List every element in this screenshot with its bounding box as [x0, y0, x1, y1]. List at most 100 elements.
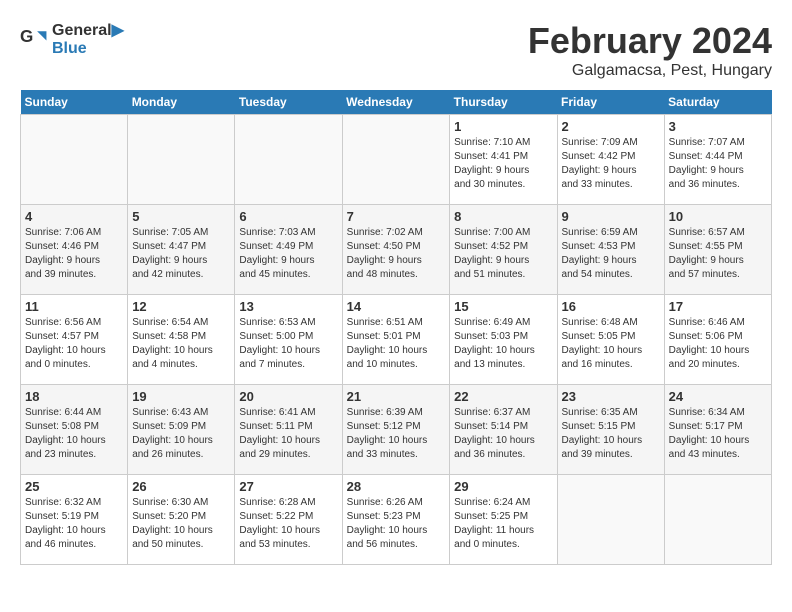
- calendar-cell: 16 Sunrise: 6:48 AMSunset: 5:05 PMDayligh…: [557, 295, 664, 385]
- day-info: Sunrise: 7:07 AMSunset: 4:44 PMDaylight:…: [669, 136, 767, 192]
- day-info: Sunrise: 6:48 AMSunset: 5:05 PMDaylight:…: [562, 316, 660, 372]
- calendar-cell: 13 Sunrise: 6:53 AMSunset: 5:00 PMDayligh…: [235, 295, 342, 385]
- day-info: Sunrise: 6:35 AMSunset: 5:15 PMDaylight:…: [562, 406, 660, 462]
- day-number: 14: [347, 299, 446, 314]
- calendar-cell: 6 Sunrise: 7:03 AMSunset: 4:49 PMDaylight…: [235, 205, 342, 295]
- day-number: 10: [669, 209, 767, 224]
- day-number: 28: [347, 479, 446, 494]
- day-number: 23: [562, 389, 660, 404]
- day-number: 17: [669, 299, 767, 314]
- calendar-cell: 24 Sunrise: 6:34 AMSunset: 5:17 PMDayligh…: [664, 385, 771, 475]
- day-info: Sunrise: 6:30 AMSunset: 5:20 PMDaylight:…: [132, 496, 230, 552]
- day-number: 25: [25, 479, 123, 494]
- day-info: Sunrise: 6:28 AMSunset: 5:22 PMDaylight:…: [239, 496, 337, 552]
- day-number: 1: [454, 119, 552, 134]
- calendar-week-2: 4 Sunrise: 7:06 AMSunset: 4:46 PMDaylight…: [21, 205, 772, 295]
- day-number: 6: [239, 209, 337, 224]
- day-number: 21: [347, 389, 446, 404]
- day-number: 2: [562, 119, 660, 134]
- day-info: Sunrise: 6:44 AMSunset: 5:08 PMDaylight:…: [25, 406, 123, 462]
- logo: G General▶ Blue: [20, 20, 124, 58]
- day-number: 16: [562, 299, 660, 314]
- calendar-cell: 17Sunrise: 6:46 AMSunset: 5:06 PMDayligh…: [664, 295, 771, 385]
- logo-line1: General▶: [52, 20, 124, 40]
- day-info: Sunrise: 7:06 AMSunset: 4:46 PMDaylight:…: [25, 226, 123, 282]
- day-info: Sunrise: 6:24 AMSunset: 5:25 PMDaylight:…: [454, 496, 552, 552]
- day-number: 9: [562, 209, 660, 224]
- calendar-cell: 1 Sunrise: 7:10 AMSunset: 4:41 PMDaylight…: [450, 115, 557, 205]
- day-number: 29: [454, 479, 552, 494]
- page-header: G General▶ Blue February 2024 Galgamacsa…: [20, 20, 772, 80]
- calendar-cell: [21, 115, 128, 205]
- calendar-cell: 29 Sunrise: 6:24 AMSunset: 5:25 PMDayligh…: [450, 475, 557, 565]
- header-monday: Monday: [128, 90, 235, 115]
- calendar-week-5: 25 Sunrise: 6:32 AMSunset: 5:19 PMDayligh…: [21, 475, 772, 565]
- day-info: Sunrise: 6:37 AMSunset: 5:14 PMDaylight:…: [454, 406, 552, 462]
- calendar-cell: 9 Sunrise: 6:59 AMSunset: 4:53 PMDaylight…: [557, 205, 664, 295]
- day-number: 4: [25, 209, 123, 224]
- calendar-cell: 5Sunrise: 7:05 AMSunset: 4:47 PMDaylight…: [128, 205, 235, 295]
- calendar-cell: [342, 115, 450, 205]
- header-sunday: Sunday: [21, 90, 128, 115]
- calendar-header-row: SundayMondayTuesdayWednesdayThursdayFrid…: [21, 90, 772, 115]
- calendar-cell: 26 Sunrise: 6:30 AMSunset: 5:20 PMDayligh…: [128, 475, 235, 565]
- calendar-cell: [557, 475, 664, 565]
- day-number: 15: [454, 299, 552, 314]
- day-info: Sunrise: 6:39 AMSunset: 5:12 PMDaylight:…: [347, 406, 446, 462]
- day-info: Sunrise: 6:34 AMSunset: 5:17 PMDaylight:…: [669, 406, 767, 462]
- day-info: Sunrise: 7:10 AMSunset: 4:41 PMDaylight:…: [454, 136, 552, 192]
- calendar-week-3: 11Sunrise: 6:56 AMSunset: 4:57 PMDayligh…: [21, 295, 772, 385]
- day-number: 26: [132, 479, 230, 494]
- day-number: 8: [454, 209, 552, 224]
- day-info: Sunrise: 7:03 AMSunset: 4:49 PMDaylight:…: [239, 226, 337, 282]
- day-info: Sunrise: 6:57 AMSunset: 4:55 PMDaylight:…: [669, 226, 767, 282]
- calendar-cell: [664, 475, 771, 565]
- calendar-week-4: 18 Sunrise: 6:44 AMSunset: 5:08 PMDayligh…: [21, 385, 772, 475]
- calendar-cell: 10 Sunrise: 6:57 AMSunset: 4:55 PMDayligh…: [664, 205, 771, 295]
- day-info: Sunrise: 6:54 AMSunset: 4:58 PMDaylight:…: [132, 316, 230, 372]
- day-number: 5: [132, 209, 230, 224]
- day-info: Sunrise: 6:53 AMSunset: 5:00 PMDaylight:…: [239, 316, 337, 372]
- day-info: Sunrise: 6:51 AMSunset: 5:01 PMDaylight:…: [347, 316, 446, 372]
- day-info: Sunrise: 6:32 AMSunset: 5:19 PMDaylight:…: [25, 496, 123, 552]
- calendar-cell: [235, 115, 342, 205]
- logo-line2: Blue: [52, 40, 124, 58]
- calendar-cell: 15 Sunrise: 6:49 AMSunset: 5:03 PMDayligh…: [450, 295, 557, 385]
- calendar-cell: 7Sunrise: 7:02 AMSunset: 4:50 PMDaylight…: [342, 205, 450, 295]
- calendar-cell: 20Sunrise: 6:41 AMSunset: 5:11 PMDayligh…: [235, 385, 342, 475]
- calendar-cell: 27Sunrise: 6:28 AMSunset: 5:22 PMDayligh…: [235, 475, 342, 565]
- day-info: Sunrise: 6:43 AMSunset: 5:09 PMDaylight:…: [132, 406, 230, 462]
- day-number: 20: [239, 389, 337, 404]
- location-subtitle: Galgamacsa, Pest, Hungary: [528, 62, 772, 80]
- header-friday: Friday: [557, 90, 664, 115]
- day-info: Sunrise: 7:02 AMSunset: 4:50 PMDaylight:…: [347, 226, 446, 282]
- calendar-cell: 12 Sunrise: 6:54 AMSunset: 4:58 PMDayligh…: [128, 295, 235, 385]
- calendar-cell: 3Sunrise: 7:07 AMSunset: 4:44 PMDaylight…: [664, 115, 771, 205]
- calendar-cell: 23 Sunrise: 6:35 AMSunset: 5:15 PMDayligh…: [557, 385, 664, 475]
- day-number: 19: [132, 389, 230, 404]
- day-info: Sunrise: 7:00 AMSunset: 4:52 PMDaylight:…: [454, 226, 552, 282]
- calendar-cell: 14 Sunrise: 6:51 AMSunset: 5:01 PMDayligh…: [342, 295, 450, 385]
- calendar-table: SundayMondayTuesdayWednesdayThursdayFrid…: [20, 90, 772, 565]
- calendar-cell: 19 Sunrise: 6:43 AMSunset: 5:09 PMDayligh…: [128, 385, 235, 475]
- day-number: 24: [669, 389, 767, 404]
- calendar-week-1: 1 Sunrise: 7:10 AMSunset: 4:41 PMDaylight…: [21, 115, 772, 205]
- day-number: 12: [132, 299, 230, 314]
- day-info: Sunrise: 6:56 AMSunset: 4:57 PMDaylight:…: [25, 316, 123, 372]
- day-info: Sunrise: 6:49 AMSunset: 5:03 PMDaylight:…: [454, 316, 552, 372]
- calendar-cell: 11Sunrise: 6:56 AMSunset: 4:57 PMDayligh…: [21, 295, 128, 385]
- calendar-cell: 18 Sunrise: 6:44 AMSunset: 5:08 PMDayligh…: [21, 385, 128, 475]
- day-info: Sunrise: 6:59 AMSunset: 4:53 PMDaylight:…: [562, 226, 660, 282]
- day-info: Sunrise: 6:26 AMSunset: 5:23 PMDaylight:…: [347, 496, 446, 552]
- calendar-cell: 25 Sunrise: 6:32 AMSunset: 5:19 PMDayligh…: [21, 475, 128, 565]
- day-number: 13: [239, 299, 337, 314]
- calendar-cell: 28 Sunrise: 6:26 AMSunset: 5:23 PMDayligh…: [342, 475, 450, 565]
- month-title: February 2024: [528, 20, 772, 62]
- calendar-cell: 4 Sunrise: 7:06 AMSunset: 4:46 PMDaylight…: [21, 205, 128, 295]
- header-thursday: Thursday: [450, 90, 557, 115]
- header-wednesday: Wednesday: [342, 90, 450, 115]
- calendar-cell: 2Sunrise: 7:09 AMSunset: 4:42 PMDaylight…: [557, 115, 664, 205]
- header-tuesday: Tuesday: [235, 90, 342, 115]
- calendar-cell: 22Sunrise: 6:37 AMSunset: 5:14 PMDayligh…: [450, 385, 557, 475]
- day-number: 18: [25, 389, 123, 404]
